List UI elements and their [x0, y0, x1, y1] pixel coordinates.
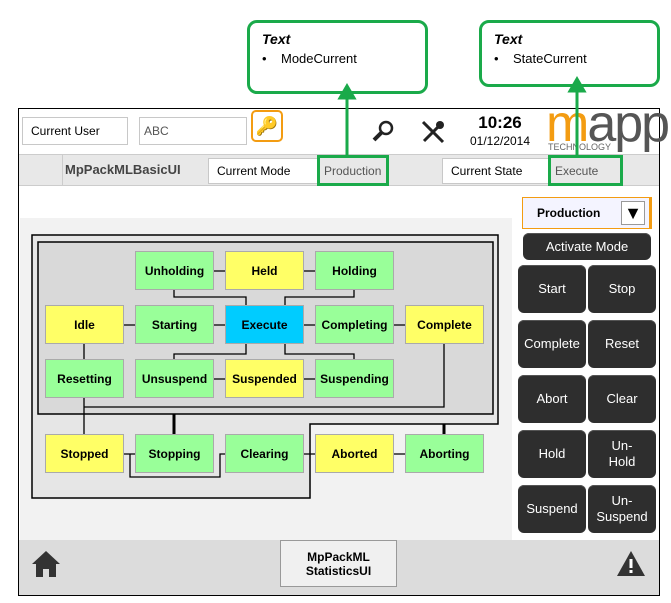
command-stop-button[interactable]: Stop	[588, 265, 656, 313]
command-reset-button[interactable]: Reset	[588, 320, 656, 368]
state-execute: Execute	[225, 305, 304, 344]
state-stopping: Stopping	[135, 434, 214, 473]
command-suspend-button[interactable]: Suspend	[518, 485, 586, 533]
command-start-button[interactable]: Start	[518, 265, 586, 313]
state-starting: Starting	[135, 305, 214, 344]
mode-select-value: Production	[537, 206, 601, 220]
state-aborted: Aborted	[315, 434, 394, 473]
state-complete: Complete	[405, 305, 484, 344]
activate-mode-button[interactable]: Activate Mode	[523, 233, 651, 260]
state-holding: Holding	[315, 251, 394, 290]
state-stopped: Stopped	[45, 434, 124, 473]
statistics-ui-button[interactable]: MpPackML StatisticsUI	[280, 540, 397, 587]
command-clear-button[interactable]: Clear	[588, 375, 656, 423]
state-resetting: Resetting	[45, 359, 124, 398]
state-unholding: Unholding	[135, 251, 214, 290]
command-hold-button[interactable]: Hold	[518, 430, 586, 478]
command-complete-button[interactable]: Complete	[518, 320, 586, 368]
state-held: Held	[225, 251, 304, 290]
command-abort-button[interactable]: Abort	[518, 375, 586, 423]
command-unhold-button[interactable]: Un- Hold	[588, 430, 656, 478]
state-aborting: Aborting	[405, 434, 484, 473]
state-unsuspend: Unsuspend	[135, 359, 214, 398]
chevron-down-icon[interactable]: ▼	[621, 201, 645, 225]
warning-icon[interactable]	[616, 550, 646, 577]
state-suspended: Suspended	[225, 359, 304, 398]
mode-select[interactable]: Production ▼	[522, 197, 652, 229]
state-completing: Completing	[315, 305, 394, 344]
command-unsuspend-button[interactable]: Un- Suspend	[588, 485, 656, 533]
home-icon[interactable]	[30, 549, 62, 579]
state-clearing: Clearing	[225, 434, 304, 473]
state-suspending: Suspending	[315, 359, 394, 398]
state-idle: Idle	[45, 305, 124, 344]
